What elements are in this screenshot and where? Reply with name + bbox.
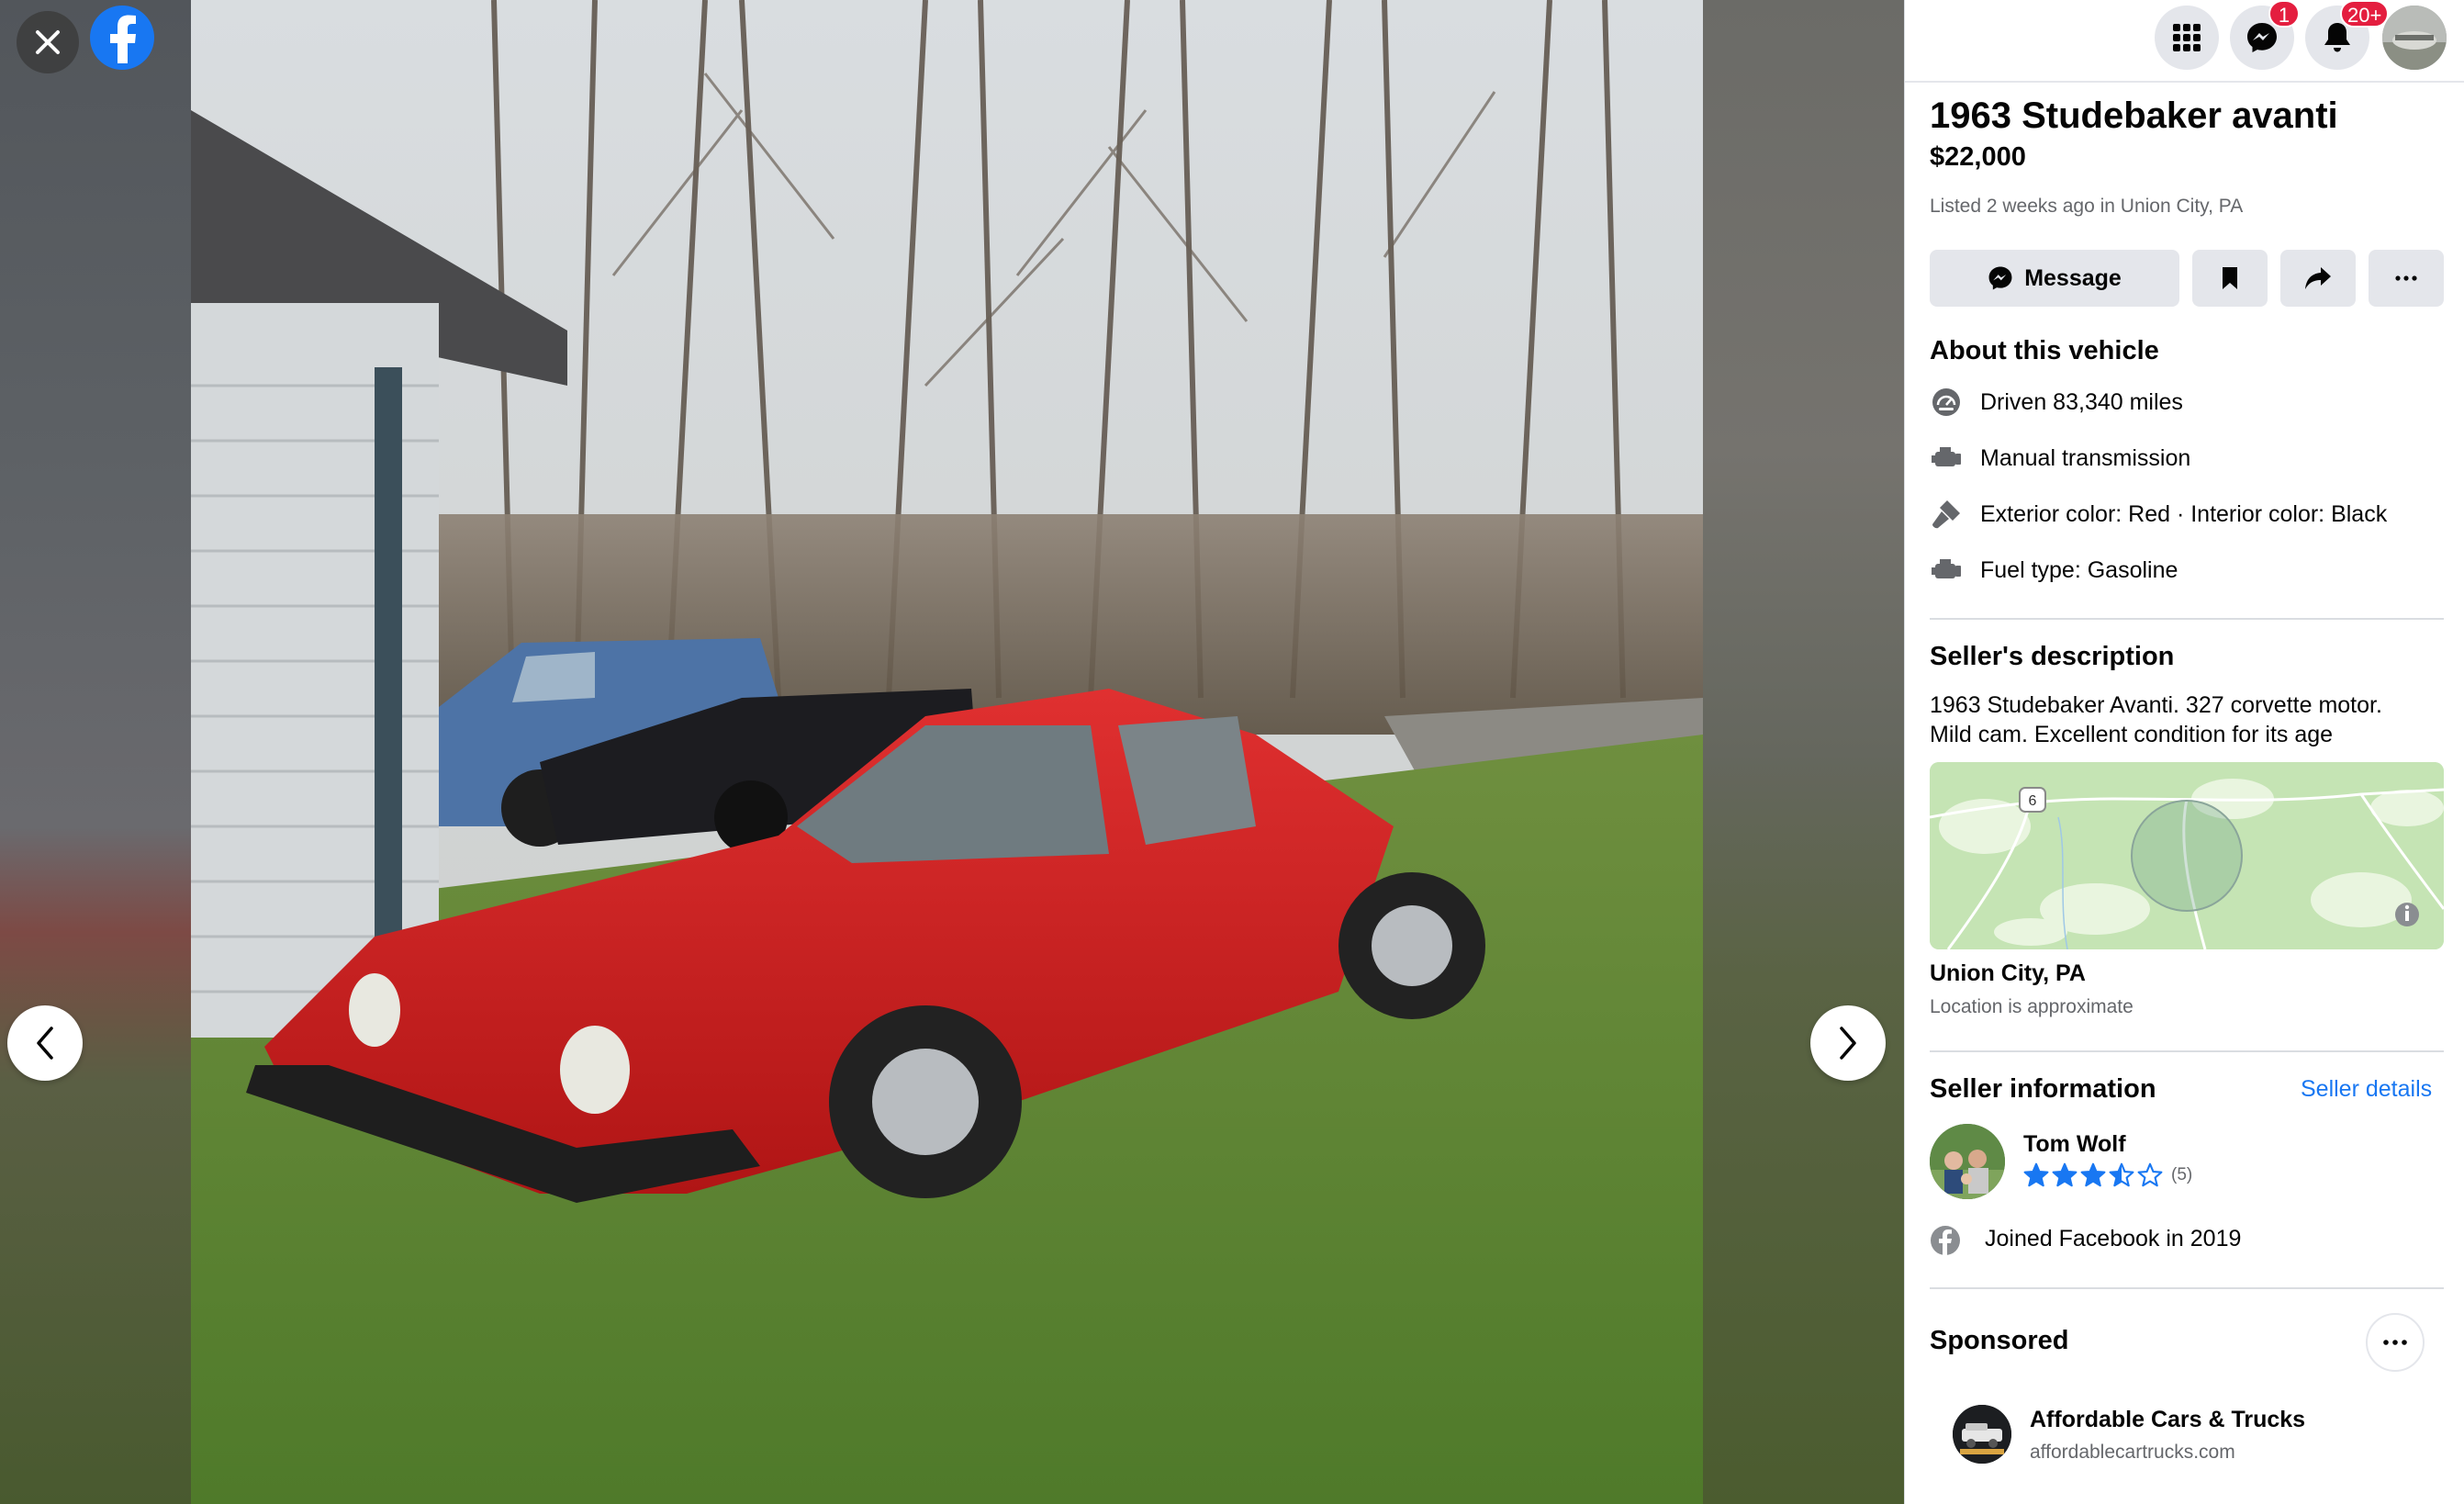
blurred-backdrop-right bbox=[1703, 0, 1904, 1504]
bookmark-icon bbox=[2223, 267, 2237, 289]
facebook-logo[interactable] bbox=[90, 6, 154, 70]
star-full-icon bbox=[2080, 1162, 2106, 1187]
divider bbox=[1930, 618, 2444, 620]
seller-name[interactable]: Tom Wolf bbox=[2023, 1131, 2126, 1158]
notifications-button[interactable]: 20+ bbox=[2305, 0, 2390, 70]
star-empty-icon bbox=[2137, 1162, 2163, 1187]
sponsored-options-button[interactable] bbox=[2366, 1313, 2425, 1372]
share-button[interactable] bbox=[2280, 250, 2356, 307]
rating-count: (5) bbox=[2171, 1165, 2193, 1184]
divider bbox=[1930, 1050, 2444, 1052]
route-label: 6 bbox=[2029, 793, 2037, 809]
seller-avatar[interactable] bbox=[1930, 1124, 2005, 1199]
photo-viewer bbox=[0, 0, 1904, 1504]
detail-color: Exterior color: Red · Interior color: Bl… bbox=[1930, 496, 2387, 533]
detail-transmission: Manual transmission bbox=[1930, 440, 2190, 477]
grid-menu-icon bbox=[2173, 24, 2201, 51]
listing-details-panel: 1 20+ 1963 Studebaker avanti $22,000 Lis… bbox=[1904, 0, 2464, 1504]
top-bar: 1 20+ bbox=[1905, 0, 2464, 83]
engine-icon bbox=[1930, 554, 1963, 587]
star-full-icon bbox=[2052, 1162, 2078, 1187]
more-icon bbox=[2395, 275, 2417, 281]
messenger-button[interactable]: 1 bbox=[2230, 0, 2300, 70]
marketplace-viewer: 1 20+ 1963 Studebaker avanti $22,000 Lis… bbox=[0, 0, 2464, 1504]
star-half-icon bbox=[2109, 1162, 2134, 1187]
share-icon bbox=[2305, 267, 2331, 289]
detail-label: Exterior color: Red · Interior color: Bl… bbox=[1980, 500, 2388, 527]
paint-icon bbox=[1930, 498, 1963, 531]
joined-facebook-text: Joined Facebook in 2019 bbox=[1985, 1226, 2242, 1251]
listing-photo[interactable] bbox=[191, 0, 1703, 1504]
sponsored-heading: Sponsored bbox=[1930, 1326, 2069, 1355]
location-name: Union City, PA bbox=[1930, 960, 2086, 986]
speedometer-icon bbox=[1930, 386, 1963, 419]
more-options-button[interactable] bbox=[2369, 250, 2444, 307]
location-note: Location is approximate bbox=[1930, 996, 2134, 1017]
listing-meta: Listed 2 weeks ago in Union City, PA bbox=[1930, 196, 2244, 217]
advertiser-url[interactable]: affordablecartrucks.com bbox=[2030, 1442, 2235, 1464]
transmission-icon bbox=[1930, 442, 1963, 475]
more-icon bbox=[2383, 1340, 2407, 1345]
detail-label: Manual transmission bbox=[1980, 444, 2191, 471]
seller-description-text: 1963 Studebaker Avanti. 327 corvette mot… bbox=[1930, 692, 2382, 747]
facebook-f-icon bbox=[110, 15, 136, 63]
notifications-badge: 20+ bbox=[2340, 0, 2390, 28]
listing-price: $22,000 bbox=[1930, 142, 2026, 172]
blurred-backdrop-left bbox=[0, 0, 191, 1504]
description-heading: Seller's description bbox=[1930, 642, 2175, 671]
messenger-icon bbox=[2247, 23, 2277, 52]
detail-mileage: Driven 83,340 miles bbox=[1930, 384, 2183, 421]
messenger-icon bbox=[1988, 266, 2012, 290]
detail-label: Fuel type: Gasoline bbox=[1980, 556, 2178, 583]
account-avatar[interactable] bbox=[2382, 6, 2447, 70]
previous-photo-button[interactable] bbox=[7, 1005, 83, 1081]
listing-title: 1963 Studebaker avanti bbox=[1930, 95, 2338, 136]
seller-rating: (5) bbox=[2023, 1162, 2192, 1188]
advertiser-logo[interactable] bbox=[1953, 1405, 2011, 1464]
detail-fuel: Fuel type: Gasoline bbox=[1930, 552, 2178, 589]
advertiser-name[interactable]: Affordable Cars & Trucks bbox=[2030, 1407, 2305, 1433]
close-button[interactable] bbox=[17, 11, 79, 73]
chevron-right-icon bbox=[1840, 1027, 1856, 1060]
message-button[interactable]: Message bbox=[1930, 250, 2179, 307]
facebook-icon bbox=[1931, 1226, 1960, 1255]
location-map[interactable]: 6 bbox=[1930, 762, 2444, 949]
star-full-icon bbox=[2023, 1162, 2049, 1187]
chevron-left-icon bbox=[37, 1027, 53, 1060]
message-button-label: Message bbox=[2024, 264, 2122, 291]
seller-details-link[interactable]: Seller details bbox=[2301, 1076, 2432, 1103]
close-icon bbox=[36, 30, 60, 54]
about-heading: About this vehicle bbox=[1930, 336, 2159, 365]
menu-button[interactable] bbox=[2155, 6, 2219, 70]
seller-info-heading: Seller information bbox=[1930, 1074, 2156, 1104]
detail-label: Driven 83,340 miles bbox=[1980, 388, 2183, 415]
next-photo-button[interactable] bbox=[1810, 1005, 1886, 1081]
messenger-badge: 1 bbox=[2268, 0, 2300, 28]
save-button[interactable] bbox=[2192, 250, 2268, 307]
divider bbox=[1930, 1287, 2444, 1289]
